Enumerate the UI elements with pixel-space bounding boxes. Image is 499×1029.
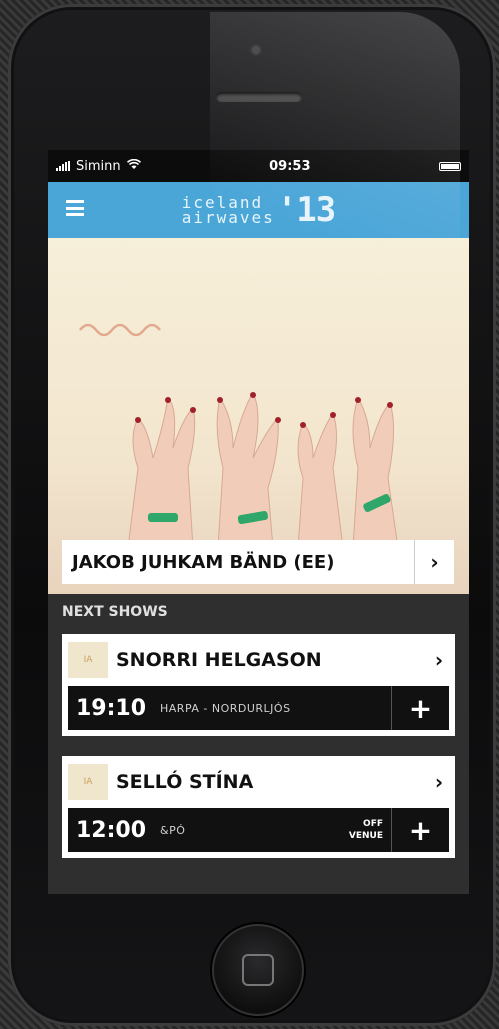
show-venue: &PÓ: [160, 823, 186, 837]
status-bar: Siminn 09:53: [48, 150, 469, 182]
logo-year: '13: [276, 190, 336, 230]
logo-words: ICELAND AIRWAVES: [181, 195, 275, 227]
chevron-right-icon[interactable]: ›: [414, 540, 454, 584]
carrier-name: Siminn: [76, 158, 121, 174]
status-left: Siminn: [56, 158, 141, 174]
featured-artist-caption[interactable]: JAKOB JUHKAM BÄND (EE) ›: [62, 540, 454, 584]
add-to-schedule-button[interactable]: +: [391, 686, 449, 730]
home-button[interactable]: [212, 924, 304, 1016]
raised-hands-image: [127, 392, 399, 548]
next-shows-section: NEXT SHOWS IA SNORRI HELGASON › 19:10 HA…: [48, 594, 469, 894]
signal-icon: [56, 161, 70, 171]
show-details: 19:10 HARPA - NORDURLJÓS +: [68, 686, 449, 730]
featured-artist-name: JAKOB JUHKAM BÄND (EE): [72, 551, 335, 573]
show-time: 12:00: [76, 817, 147, 843]
wifi-icon: [126, 158, 141, 174]
hamburger-menu-icon[interactable]: [66, 200, 84, 216]
show-tag-line1: OFF: [363, 819, 383, 829]
chevron-right-icon[interactable]: ›: [429, 648, 449, 672]
earpiece-speaker: [216, 92, 302, 102]
phone-body: Siminn 09:53 ICELAND AIRWAVES '13: [8, 4, 496, 1026]
show-venue: HARPA - NORDURLJÓS: [160, 701, 291, 715]
show-card[interactable]: IA SELLÓ STÍNA › 12:00 &PÓ OFF VENUE +: [62, 756, 455, 858]
add-to-schedule-button[interactable]: +: [391, 808, 449, 852]
home-square-icon: [242, 954, 274, 986]
show-artist-name: SELLÓ STÍNA: [116, 771, 254, 793]
show-tag: [383, 702, 391, 714]
show-tag: OFF VENUE: [349, 818, 391, 842]
show-tag-line2: VENUE: [348, 831, 383, 841]
show-header[interactable]: IA SNORRI HELGASON ›: [68, 640, 449, 680]
chevron-right-icon[interactable]: ›: [429, 770, 449, 794]
iceland-airwaves-logo: ICELAND AIRWAVES '13: [181, 190, 336, 230]
front-camera: [250, 44, 262, 56]
status-clock: 09:53: [269, 158, 311, 174]
squiggle-decoration: [79, 323, 161, 337]
show-time: 19:10: [76, 695, 147, 721]
section-title: NEXT SHOWS: [62, 604, 168, 620]
battery-icon: [438, 161, 461, 171]
app-header: ICELAND AIRWAVES '13: [48, 182, 469, 238]
logo-line2: AIRWAVES: [181, 208, 275, 227]
artist-thumbnail: IA: [68, 642, 108, 678]
featured-artist-banner[interactable]: JAKOB JUHKAM BÄND (EE) ›: [48, 238, 469, 594]
show-card[interactable]: IA SNORRI HELGASON › 19:10 HARPA - NORDU…: [62, 634, 455, 736]
artist-thumbnail: IA: [68, 764, 108, 800]
show-header[interactable]: IA SELLÓ STÍNA ›: [68, 762, 449, 802]
phone-screen: Siminn 09:53 ICELAND AIRWAVES '13: [48, 150, 469, 894]
show-artist-name: SNORRI HELGASON: [116, 649, 322, 671]
show-details: 12:00 &PÓ OFF VENUE +: [68, 808, 449, 852]
